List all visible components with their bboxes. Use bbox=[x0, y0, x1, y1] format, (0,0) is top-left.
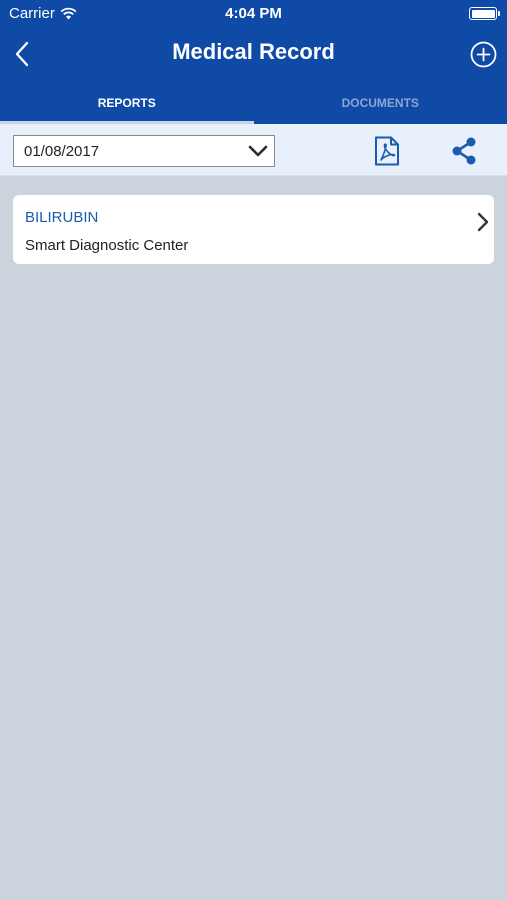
date-dropdown[interactable]: 01/08/2017 bbox=[13, 135, 275, 167]
back-arrow-icon bbox=[15, 41, 29, 67]
pdf-icon[interactable] bbox=[374, 136, 400, 166]
page-title: Medical Record bbox=[172, 39, 335, 64]
chevron-right-icon bbox=[477, 212, 489, 232]
report-toolbar: 01/08/2017 bbox=[0, 124, 507, 176]
app-header: Carrier 4:04 PM Medical Record REPORTS D… bbox=[0, 0, 507, 124]
battery-icon bbox=[469, 7, 500, 20]
tab-documents[interactable]: DOCUMENTS bbox=[254, 82, 507, 124]
back-button[interactable] bbox=[8, 38, 36, 70]
status-bar: Carrier 4:04 PM bbox=[0, 0, 507, 28]
report-card[interactable]: BILIRUBIN Smart Diagnostic Center bbox=[13, 195, 494, 264]
date-value: 01/08/2017 bbox=[24, 142, 100, 160]
status-time: 4:04 PM bbox=[225, 5, 282, 22]
navigation-bar: Medical Record bbox=[0, 32, 507, 76]
report-center: Smart Diagnostic Center bbox=[25, 237, 189, 254]
report-title: BILIRUBIN bbox=[25, 209, 99, 226]
battery-fill bbox=[471, 9, 495, 18]
tab-reports[interactable]: REPORTS bbox=[0, 82, 254, 124]
tab-bar: REPORTS DOCUMENTS bbox=[0, 82, 507, 124]
chevron-down-icon bbox=[248, 145, 268, 157]
share-icon[interactable] bbox=[450, 137, 478, 165]
add-circle-icon[interactable] bbox=[470, 41, 497, 68]
